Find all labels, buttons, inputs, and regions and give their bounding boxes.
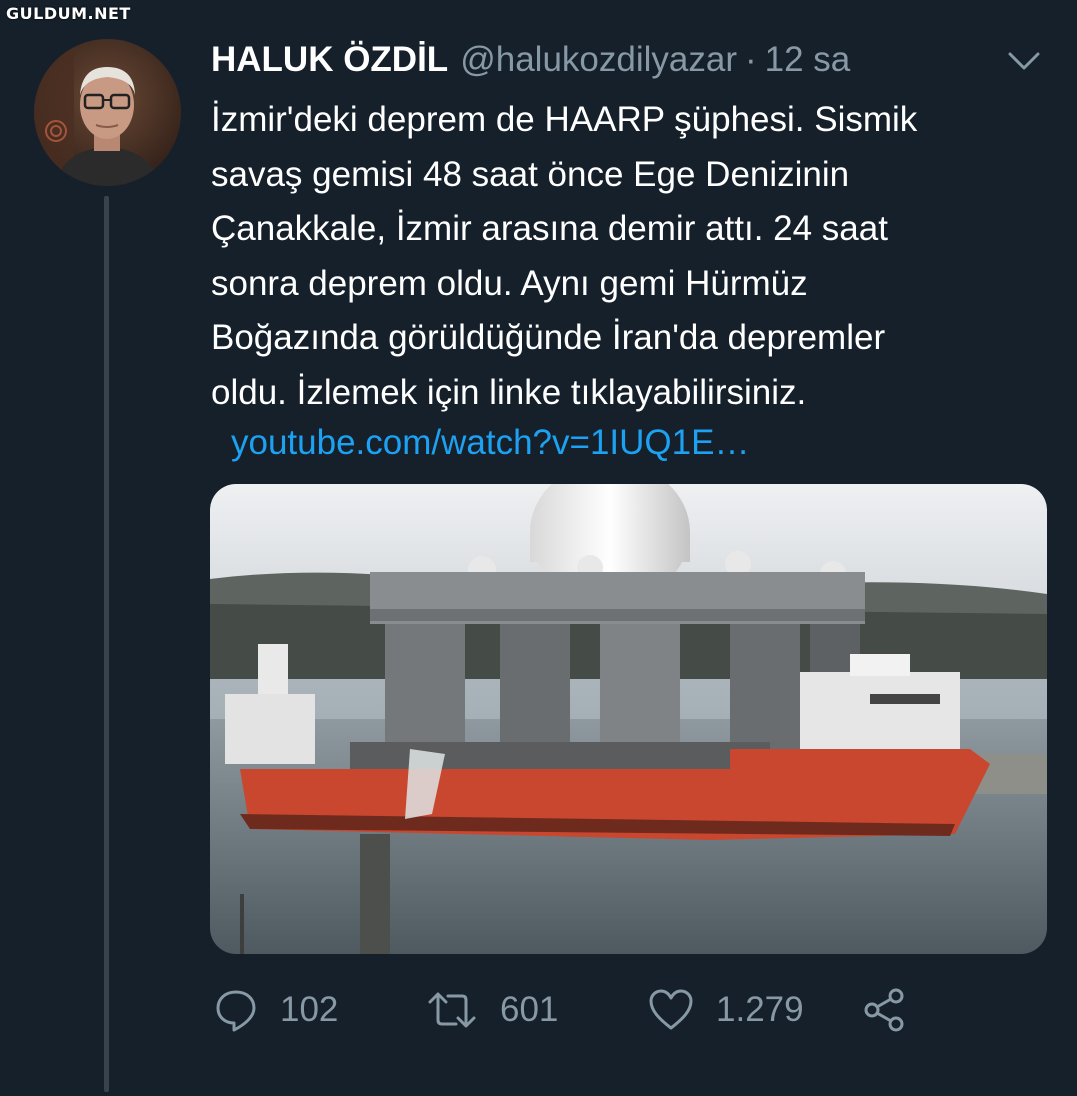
tweet-header: HALUK ÖZDİL @halukozdilyazar · 12 sa [211, 40, 850, 88]
retweet-count: 601 [500, 990, 559, 1029]
reply-count: 102 [280, 990, 339, 1029]
tweet-text-line: oldu. İzlemek için linke tıklayabilirsin… [211, 372, 807, 412]
retweet-button[interactable]: 601 [426, 985, 558, 1035]
tweet-text-line: sonra deprem oldu. Aynı gemi Hürmüz [211, 263, 808, 303]
thread-line [104, 196, 109, 1092]
reply-icon [216, 990, 256, 1032]
tweet-text-line: Boğazında görüldüğünde İran'da depremler [211, 318, 886, 357]
author-name[interactable]: HALUK ÖZDİL [211, 40, 448, 80]
avatar[interactable] [34, 39, 181, 186]
tweet-timestamp[interactable]: 12 sa [765, 40, 851, 80]
share-button[interactable] [862, 985, 908, 1035]
tweet-text-line: Çanakkale, İzmir arasına demir attı. 24 … [211, 209, 888, 248]
chevron-down-icon [1008, 52, 1040, 70]
site-watermark: GULDUM.NET [6, 4, 131, 23]
tweet-text-line: savaş gemisi 48 saat önce Ege Denizinin [211, 154, 850, 194]
share-icon [864, 988, 904, 1032]
tweet-actions: 102 601 1.279 [214, 985, 914, 1035]
tweet-text: İzmir'deki deprem de HAARP şüphesi. Sism… [211, 93, 1051, 420]
like-button[interactable]: 1.279 [648, 985, 804, 1035]
author-handle[interactable]: @halukozdilyazar [460, 40, 737, 80]
like-count: 1.279 [716, 990, 804, 1029]
more-options-button[interactable] [1004, 46, 1044, 76]
like-icon [649, 989, 693, 1030]
tweet-image[interactable] [210, 484, 1047, 954]
ship-photo [210, 484, 1047, 954]
header-separator: · [744, 40, 757, 79]
reply-button[interactable]: 102 [214, 985, 338, 1035]
retweet-icon [428, 992, 476, 1028]
youtube-link[interactable]: youtube.com/watch?v=1IUQ1E… [231, 416, 749, 470]
tweet-text-line: İzmir'deki deprem de HAARP şüphesi. Sism… [211, 100, 918, 139]
avatar-photo [34, 39, 181, 186]
